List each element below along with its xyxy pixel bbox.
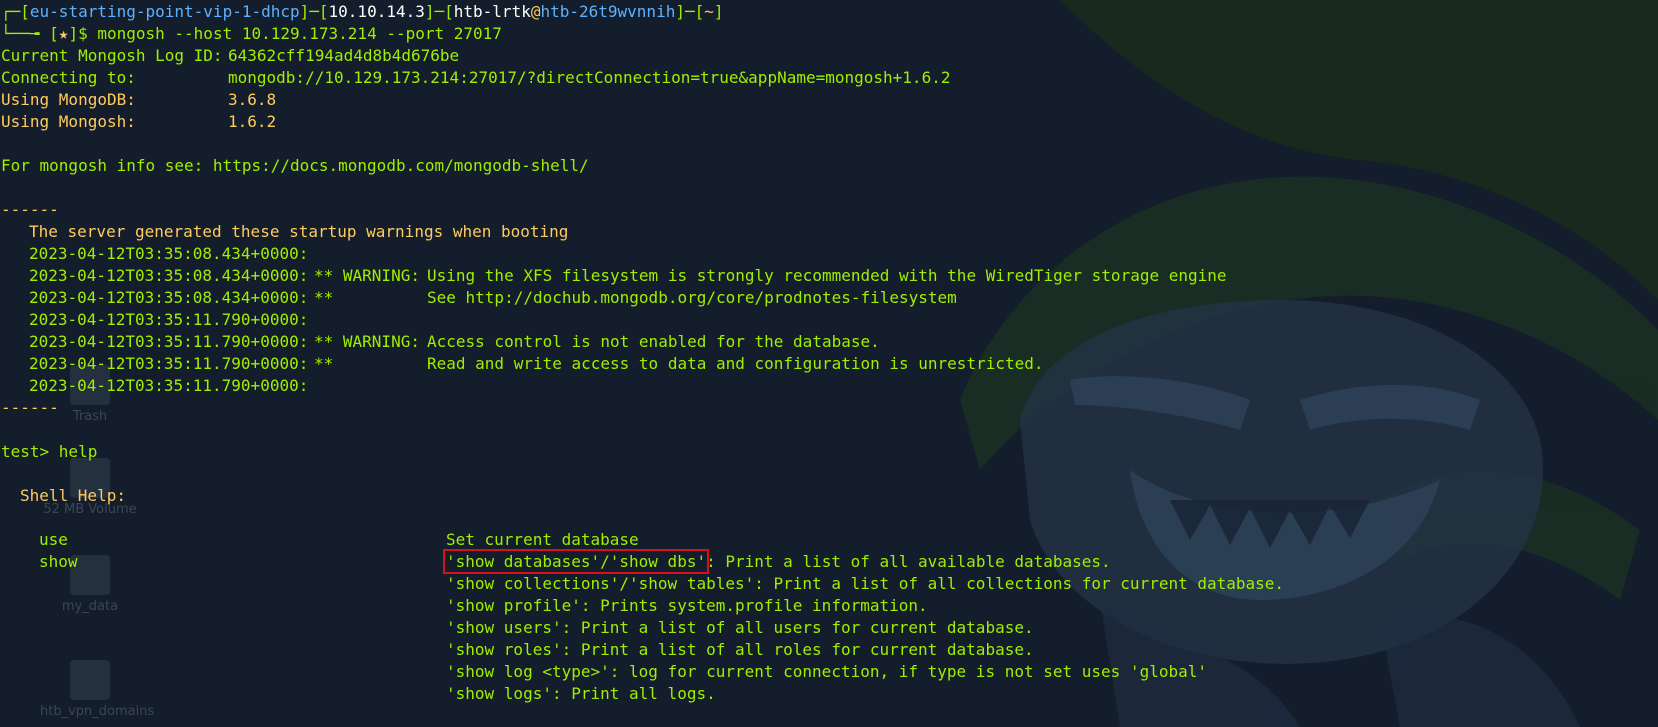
prompt-bracket: ] bbox=[713, 2, 724, 21]
warning-message: Access control is not enabled for the da… bbox=[427, 332, 880, 351]
help-description: 'show logs': Print all logs. bbox=[446, 684, 716, 703]
warning-message: Using the XFS filesystem is strongly rec… bbox=[427, 266, 1227, 285]
warning-message: Read and write access to data and config… bbox=[427, 354, 1044, 373]
warning-line: 2023-04-12T03:35:08.434+0000: ** WARNING:… bbox=[1, 265, 1658, 287]
shell-prompt: test> bbox=[1, 442, 59, 461]
warning-line: 2023-04-12T03:35:11.790+0000: bbox=[1, 375, 1658, 397]
divider-dashes: ------ bbox=[1, 200, 59, 219]
warning-timestamp: 2023-04-12T03:35:08.434+0000: bbox=[29, 266, 309, 285]
shell-command: help bbox=[58, 442, 98, 461]
warning-mark: ** WARNING: bbox=[314, 266, 420, 285]
help-description: 'show log <type>': log for current conne… bbox=[446, 662, 1207, 681]
mongosh-version: 1.6.2 bbox=[228, 112, 277, 131]
help-row-show: 'show collections'/'show tables': Print … bbox=[1, 573, 1658, 595]
warning-timestamp: 2023-04-12T03:35:11.790+0000: bbox=[29, 354, 309, 373]
connecting-label: Connecting to: bbox=[1, 68, 136, 87]
log-id-label: Current Mongosh Log ID: bbox=[1, 46, 223, 65]
help-description: 'show roles': Print a list of all roles … bbox=[446, 640, 1034, 659]
terminal[interactable]: ┌─[eu-starting-point-vip-1-dhcp]─[10.10.… bbox=[1, 1, 1658, 705]
prompt-dir: ~ bbox=[704, 2, 714, 21]
prompt-bracket: └──╼ [ bbox=[1, 24, 59, 43]
star-icon: ★ bbox=[58, 24, 69, 43]
output-line: For mongosh info see: https://docs.mongo… bbox=[1, 155, 1658, 177]
warning-timestamp: 2023-04-12T03:35:08.434+0000: bbox=[29, 288, 309, 307]
warning-timestamp: 2023-04-12T03:35:11.790+0000: bbox=[29, 310, 309, 329]
warning-line: 2023-04-12T03:35:11.790+0000: ** Read and … bbox=[1, 353, 1658, 375]
output-line: ------ bbox=[1, 199, 1658, 221]
help-row-show: 'show log <type>': log for current conne… bbox=[1, 661, 1658, 683]
warning-line: 2023-04-12T03:35:11.790+0000: bbox=[1, 309, 1658, 331]
warning-mark: ** bbox=[314, 354, 334, 373]
connecting-value: mongodb://10.129.173.214:27017/?directCo… bbox=[228, 68, 951, 87]
log-id-value: 64362cff194ad4d8b4d676be bbox=[228, 46, 460, 65]
mongodb-version: 3.6.8 bbox=[228, 90, 277, 109]
help-description: : Print a list of all available database… bbox=[706, 552, 1111, 571]
prompt-bracket: ┌─[ bbox=[1, 2, 30, 21]
output-line: Connecting to: mongodb://10.129.173.214:2… bbox=[1, 67, 1658, 89]
shell-help-heading: Shell Help: bbox=[20, 486, 126, 505]
help-description: 'show collections'/'show tables': Print … bbox=[446, 574, 1285, 593]
prompt-host: htb-26t9wvnnih bbox=[540, 2, 676, 21]
warning-timestamp: 2023-04-12T03:35:11.790+0000: bbox=[29, 332, 309, 351]
info-text: For mongosh info see: https://docs.mongo… bbox=[1, 156, 589, 175]
prompt-line-top: ┌─[eu-starting-point-vip-1-dhcp]─[10.10.… bbox=[1, 1, 1658, 23]
prompt-bracket: ]─[ bbox=[675, 2, 705, 21]
output-line: Using Mongosh: 1.6.2 bbox=[1, 111, 1658, 133]
divider-dashes: ------ bbox=[1, 398, 59, 417]
warning-timestamp: 2023-04-12T03:35:08.434+0000: bbox=[29, 244, 309, 263]
output-line: Current Mongosh Log ID: 64362cff194ad4d8b… bbox=[1, 45, 1658, 67]
help-row-show: 'show logs': Print all logs. bbox=[1, 683, 1658, 705]
prompt-vpn: eu-starting-point-vip-1-dhcp bbox=[29, 2, 300, 21]
help-description: Set current database bbox=[446, 530, 639, 549]
warning-line: 2023-04-12T03:35:08.434+0000: bbox=[1, 243, 1658, 265]
output-line: Using MongoDB: 3.6.8 bbox=[1, 89, 1658, 111]
help-row-use: use Set current database bbox=[1, 529, 1658, 551]
output-line: ------ bbox=[1, 397, 1658, 419]
startup-warning-heading: The server generated these startup warni… bbox=[29, 222, 569, 241]
prompt-user: htb-lrtk bbox=[453, 2, 531, 21]
warning-mark: ** WARNING: bbox=[314, 332, 420, 351]
warning-message: See http://dochub.mongodb.org/core/prodn… bbox=[427, 288, 957, 307]
prompt-line-command: └──╼ [★]$ mongosh --host 10.129.173.214 … bbox=[1, 23, 1658, 45]
help-row-show: 'show roles': Print a list of all roles … bbox=[1, 639, 1658, 661]
prompt-bracket: ]─[ bbox=[299, 2, 329, 21]
help-command: use bbox=[39, 530, 68, 549]
warning-timestamp: 2023-04-12T03:35:11.790+0000: bbox=[29, 376, 309, 395]
help-command: show bbox=[39, 552, 78, 571]
help-row-show: 'show users': Print a list of all users … bbox=[1, 617, 1658, 639]
help-description: 'show users': Print a list of all users … bbox=[446, 618, 1034, 637]
prompt-dollar: ]$ bbox=[68, 24, 98, 43]
help-row-show: show 'show databases'/'show dbs': Print a… bbox=[1, 549, 1658, 574]
output-line: The server generated these startup warni… bbox=[1, 221, 1658, 243]
warning-line: 2023-04-12T03:35:08.434+0000: ** See http:… bbox=[1, 287, 1658, 309]
prompt-ip: 10.10.14.3 bbox=[328, 2, 425, 21]
shell-input-line: test> help bbox=[1, 441, 1658, 463]
highlighted-show-dbs: 'show databases'/'show dbs' bbox=[442, 549, 710, 574]
help-description: 'show profile': Prints system.profile in… bbox=[446, 596, 928, 615]
command-text: mongosh --host 10.129.173.214 --port 270… bbox=[97, 24, 502, 43]
mongodb-label: Using MongoDB: bbox=[1, 90, 136, 109]
warning-mark: ** bbox=[314, 288, 334, 307]
help-row-show: 'show profile': Prints system.profile in… bbox=[1, 595, 1658, 617]
output-line: Shell Help: bbox=[1, 485, 1658, 507]
prompt-bracket: ]─[ bbox=[424, 2, 454, 21]
warning-line: 2023-04-12T03:35:11.790+0000: ** WARNING:… bbox=[1, 331, 1658, 353]
mongosh-label: Using Mongosh: bbox=[1, 112, 136, 131]
